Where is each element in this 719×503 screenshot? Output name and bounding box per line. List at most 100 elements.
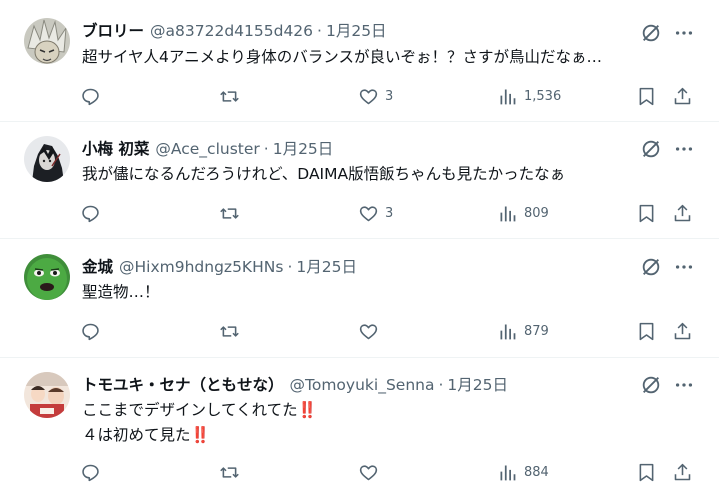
reply-icon [80, 86, 101, 107]
post-date[interactable]: 1月25日 [447, 376, 508, 394]
repost-icon [219, 462, 240, 483]
post-text-line: ここまでデザインしてくれてた‼️ [82, 398, 679, 423]
views-button[interactable]: 1,536 [497, 83, 561, 109]
post-date[interactable]: 1月25日 [273, 140, 334, 158]
bookmark-icon [636, 462, 657, 483]
avatar-koume[interactable] [24, 136, 70, 182]
double-exclamation-emoji: ‼️ [297, 401, 317, 419]
post-text-line: 超サイヤ人4アニメより身体のバランスが良いぞぉ！？さすが鳥山だなぁ… [82, 48, 602, 66]
post-date[interactable]: 1月25日 [296, 258, 357, 276]
post-text-line: 聖造物…！ [82, 283, 160, 301]
views-button[interactable]: 879 [497, 318, 549, 344]
share-button[interactable] [672, 459, 693, 485]
separator: · [438, 376, 444, 394]
views-icon [497, 86, 518, 107]
post-4[interactable]: トモユキ・セナ（ともせな） @Tomoyuki_Senna · 1月25日 ここまでデ… [0, 358, 719, 503]
views-icon [497, 462, 518, 483]
like-button[interactable] [358, 459, 385, 485]
author-name[interactable]: 金城 [82, 258, 113, 276]
post-header: 金城 @Hixm9hdngz5KHNs · 1月25日 [82, 256, 599, 278]
post-text-line: 我が儘になるんだろうけれど、DAIMA版悟飯ちゃんも見たかったなぁ [82, 165, 566, 183]
post-1[interactable]: ブロリー @a83722d4155d426 · 1月25日 超サイヤ人4アニメより身体… [0, 0, 719, 122]
repost-button[interactable] [219, 318, 240, 344]
author-name[interactable]: 小梅 初菜 [82, 140, 149, 158]
grok-icon[interactable] [640, 138, 662, 160]
bookmark-button[interactable] [636, 83, 657, 109]
repost-icon [219, 86, 240, 107]
share-icon [672, 321, 693, 342]
bookmark-icon [636, 203, 657, 224]
like-icon [358, 321, 379, 342]
reply-button[interactable] [80, 459, 101, 485]
like-icon [358, 86, 379, 107]
grok-icon[interactable] [640, 256, 662, 278]
post-2[interactable]: 小梅 初菜 @Ace_cluster · 1月25日 我が儘になるんだろうけれど、DA… [0, 122, 719, 239]
reply-icon [80, 462, 101, 483]
like-button[interactable]: 3 [358, 200, 393, 226]
share-button[interactable] [672, 318, 693, 344]
post-header: ブロリー @a83722d4155d426 · 1月25日 [82, 20, 599, 42]
separator: · [263, 140, 269, 158]
action-bar: 3 1,536 [80, 83, 699, 109]
bookmark-icon [636, 86, 657, 107]
post-text: ここまでデザインしてくれてた‼️ ４は初めて見た‼️ [82, 398, 679, 448]
more-icon[interactable] [673, 256, 695, 278]
post-text-line-2: ４は初めて見た [82, 426, 191, 444]
view-count: 1,536 [524, 88, 562, 104]
view-count: 809 [524, 205, 549, 221]
post-text: 超サイヤ人4アニメより身体のバランスが良いぞぉ！？さすが鳥山だなぁ… [82, 46, 679, 69]
post-text-line: ４は初めて見た‼️ [82, 423, 679, 448]
separator: · [287, 258, 293, 276]
like-button[interactable]: 3 [358, 83, 393, 109]
bookmark-button[interactable] [636, 459, 657, 485]
grok-icon[interactable] [640, 22, 662, 44]
post-date[interactable]: 1月25日 [326, 22, 387, 40]
views-button[interactable]: 809 [497, 200, 549, 226]
avatar-kinjo[interactable] [24, 254, 70, 300]
more-icon[interactable] [673, 22, 695, 44]
reply-icon [80, 321, 101, 342]
repost-button[interactable] [219, 200, 240, 226]
views-icon [497, 203, 518, 224]
share-icon [672, 203, 693, 224]
like-count: 3 [385, 88, 394, 104]
share-button[interactable] [672, 200, 693, 226]
like-icon [358, 462, 379, 483]
more-icon[interactable] [673, 374, 695, 396]
bookmark-icon [636, 321, 657, 342]
author-name[interactable]: ブロリー [82, 22, 144, 40]
bookmark-button[interactable] [636, 318, 657, 344]
author-handle[interactable]: @a83722d4155d426 [150, 22, 313, 40]
bookmark-button[interactable] [636, 200, 657, 226]
avatar-broly[interactable] [24, 18, 70, 64]
reply-button[interactable] [80, 200, 101, 226]
views-button[interactable]: 884 [497, 459, 549, 485]
reply-button[interactable] [80, 83, 101, 109]
repost-button[interactable] [219, 83, 240, 109]
repost-icon [219, 321, 240, 342]
post-text: 我が儘になるんだろうけれど、DAIMA版悟飯ちゃんも見たかったなぁ [82, 163, 679, 186]
view-count: 884 [524, 464, 549, 480]
post-3[interactable]: 金城 @Hixm9hdngz5KHNs · 1月25日 聖造物…！ 879 [0, 239, 719, 358]
post-text: 聖造物…！ [82, 281, 679, 304]
author-handle[interactable]: @Hixm9hdngz5KHNs [119, 258, 283, 276]
avatar-tomoyuki[interactable] [24, 372, 70, 418]
separator: · [317, 22, 322, 40]
share-icon [672, 86, 693, 107]
more-icon[interactable] [673, 138, 695, 160]
grok-icon[interactable] [640, 374, 662, 396]
reply-button[interactable] [80, 318, 101, 344]
post-header: トモユキ・セナ（ともせな） @Tomoyuki_Senna · 1月25日 [82, 374, 599, 396]
like-button[interactable] [358, 318, 385, 344]
post-text-line-1: ここまでデザインしてくれてた [82, 401, 298, 419]
reply-icon [80, 203, 101, 224]
share-button[interactable] [672, 83, 693, 109]
author-handle[interactable]: @Tomoyuki_Senna [290, 376, 435, 394]
view-count: 879 [524, 323, 549, 339]
author-name[interactable]: トモユキ・セナ（ともせな） [82, 376, 284, 394]
action-bar: 884 [80, 459, 699, 485]
post-header: 小梅 初菜 @Ace_cluster · 1月25日 [82, 138, 599, 160]
repost-button[interactable] [219, 459, 240, 485]
double-exclamation-emoji: ‼️ [190, 426, 210, 444]
author-handle[interactable]: @Ace_cluster [155, 140, 259, 158]
